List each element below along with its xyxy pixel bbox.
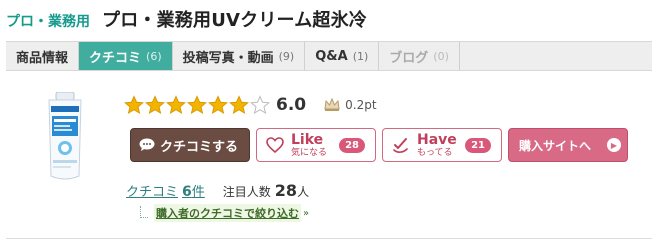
tab-product-info[interactable]: 商品情報 — [6, 42, 80, 70]
product-image[interactable] — [44, 92, 86, 182]
watch-count-unit: 人 — [297, 185, 310, 199]
watch-count-label: 注目人数 — [222, 185, 271, 199]
tab-blog-label: ブログ — [389, 50, 429, 66]
like-button[interactable]: Like 気になる 28 — [256, 128, 376, 162]
star-empty-icon — [250, 95, 270, 115]
star-filled-icon — [145, 95, 165, 115]
tab-blog-count: (0) — [433, 49, 449, 63]
star-filled-icon — [166, 95, 186, 115]
watch-count-number: 28 — [274, 181, 298, 200]
category-label[interactable]: プロ・業務用 — [6, 11, 90, 31]
tab-qa[interactable]: Q&A (1) — [305, 42, 380, 70]
review-count-link[interactable]: クチコミ — [126, 181, 178, 200]
action-buttons: クチコミする Like 気になる 28 Have もってる 21 購入サイトへ … — [130, 128, 628, 162]
double-arrow-icon: » — [303, 207, 310, 219]
heart-icon — [266, 137, 284, 154]
tab-photos-videos-count: (9) — [278, 49, 295, 63]
review-meta: クチコミ 6 件 注目人数 28 人 — [126, 181, 309, 200]
tab-blog: ブログ (0) — [379, 42, 460, 70]
buy-site-button[interactable]: 購入サイトへ ▶ — [508, 128, 628, 162]
tab-bar: 商品情報 クチコミ (6) 投稿写真・動画 (9) Q&A (1) ブログ (0… — [6, 41, 652, 71]
star-filled-icon — [229, 95, 249, 115]
page-title: プロ・業務用UVクリーム超氷冷 — [102, 10, 368, 31]
have-text: Have もってる — [417, 133, 457, 158]
tab-photos-videos-label: 投稿写真・動画 — [182, 50, 274, 66]
rating-points: 0.2pt — [345, 98, 377, 112]
like-sub-label: 気になる — [291, 147, 328, 158]
crown-icon — [324, 98, 340, 111]
divider — [6, 238, 652, 239]
like-text: Like 気になる — [291, 133, 327, 158]
filter-buyer-reviews-label[interactable]: 購入者のクチコミで絞り込む — [154, 204, 301, 222]
review-count-number[interactable]: 6 — [182, 184, 192, 200]
have-count-badge: 21 — [465, 137, 491, 153]
tab-qa-count: (1) — [352, 49, 369, 63]
tab-product-info-label: 商品情報 — [16, 50, 69, 66]
like-label: Like — [291, 131, 324, 148]
star-filled-icon — [208, 95, 228, 115]
rating-row: 6.0 0.2pt — [124, 92, 377, 118]
tab-reviews-label: クチコミ — [89, 50, 142, 66]
tree-connector — [140, 206, 148, 218]
review-count-unit[interactable]: 件 — [192, 181, 205, 200]
title-row: プロ・業務用 プロ・業務用UVクリーム超氷冷 — [6, 6, 367, 32]
have-label: Have — [417, 131, 457, 148]
speech-bubble-icon — [139, 138, 155, 151]
tab-photos-videos[interactable]: 投稿写真・動画 (9) — [173, 42, 306, 70]
star-rating — [124, 95, 271, 115]
tab-reviews[interactable]: クチコミ (6) — [79, 42, 173, 70]
tab-reviews-count: (6) — [146, 49, 162, 63]
buy-site-label: 購入サイトへ — [519, 138, 592, 153]
write-review-label: クチコミする — [160, 139, 239, 155]
write-review-button[interactable]: クチコミする — [130, 128, 250, 162]
have-button[interactable]: Have もってる 21 — [382, 128, 502, 162]
star-filled-icon — [124, 95, 144, 115]
rating-score: 6.0 — [276, 95, 307, 115]
tab-qa-label: Q&A — [315, 48, 348, 64]
hand-icon — [393, 138, 408, 153]
arrow-right-icon: ▶ — [607, 138, 621, 152]
have-sub-label: もってる — [417, 147, 453, 158]
like-count-badge: 28 — [339, 137, 365, 153]
star-filled-icon — [187, 95, 207, 115]
filter-buyer-reviews[interactable]: 購入者のクチコミで絞り込む » — [140, 204, 309, 222]
